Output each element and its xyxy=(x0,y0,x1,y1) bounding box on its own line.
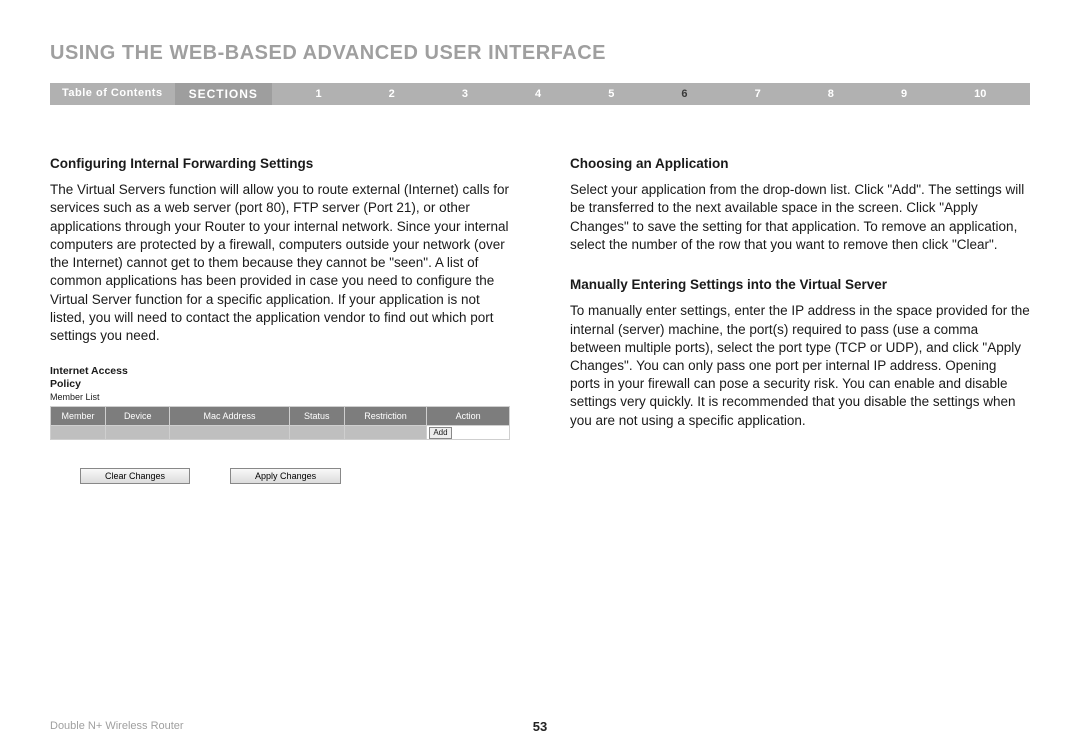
left-body: The Virtual Servers function will allow … xyxy=(50,181,510,345)
col-device: Device xyxy=(106,406,170,425)
section-link-10[interactable]: 10 xyxy=(974,88,986,100)
page-number: 53 xyxy=(533,719,547,734)
right-column: Choosing an Application Select your appl… xyxy=(570,155,1030,484)
section-link-2[interactable]: 2 xyxy=(389,88,395,100)
section-link-1[interactable]: 1 xyxy=(315,88,321,100)
left-heading: Configuring Internal Forwarding Settings xyxy=(50,155,510,173)
section-nav-bar: Table of Contents SECTIONS 1 2 3 4 5 6 7… xyxy=(50,83,1030,105)
col-restriction: Restriction xyxy=(344,406,427,425)
col-member: Member xyxy=(51,406,106,425)
product-name: Double N+ Wireless Router xyxy=(50,720,184,732)
page-footer: Double N+ Wireless Router 53 xyxy=(50,720,1030,732)
section-link-5[interactable]: 5 xyxy=(608,88,614,100)
section-link-9[interactable]: 9 xyxy=(901,88,907,100)
apply-changes-button[interactable]: Apply Changes xyxy=(230,468,341,484)
policy-subtitle: Member List xyxy=(50,391,510,403)
right-body-2: To manually enter settings, enter the IP… xyxy=(570,302,1030,430)
page-title: USING THE WEB-BASED ADVANCED USER INTERF… xyxy=(50,42,1030,65)
table-row: Add xyxy=(51,425,510,440)
add-button[interactable]: Add xyxy=(429,427,451,439)
section-numbers: 1 2 3 4 5 6 7 8 9 10 xyxy=(272,83,1030,105)
section-link-3[interactable]: 3 xyxy=(462,88,468,100)
policy-title: Internet Access Policy xyxy=(50,365,510,390)
section-link-4[interactable]: 4 xyxy=(535,88,541,100)
section-link-7[interactable]: 7 xyxy=(755,88,761,100)
policy-title-line1: Internet Access xyxy=(50,365,128,377)
sections-label: SECTIONS xyxy=(175,83,272,105)
col-action: Action xyxy=(427,406,510,425)
left-column: Configuring Internal Forwarding Settings… xyxy=(50,155,510,484)
right-heading-1: Choosing an Application xyxy=(570,155,1030,173)
col-status: Status xyxy=(289,406,344,425)
section-link-6[interactable]: 6 xyxy=(681,88,687,100)
internet-access-policy-panel: Internet Access Policy Member List Membe… xyxy=(50,365,510,484)
member-list-table: Member Device Mac Address Status Restric… xyxy=(50,406,510,441)
clear-changes-button[interactable]: Clear Changes xyxy=(80,468,190,484)
right-body-1: Select your application from the drop-do… xyxy=(570,181,1030,254)
col-mac: Mac Address xyxy=(170,406,289,425)
right-heading-2: Manually Entering Settings into the Virt… xyxy=(570,276,1030,294)
policy-title-line2: Policy xyxy=(50,378,81,390)
section-link-8[interactable]: 8 xyxy=(828,88,834,100)
toc-link[interactable]: Table of Contents xyxy=(50,83,175,105)
